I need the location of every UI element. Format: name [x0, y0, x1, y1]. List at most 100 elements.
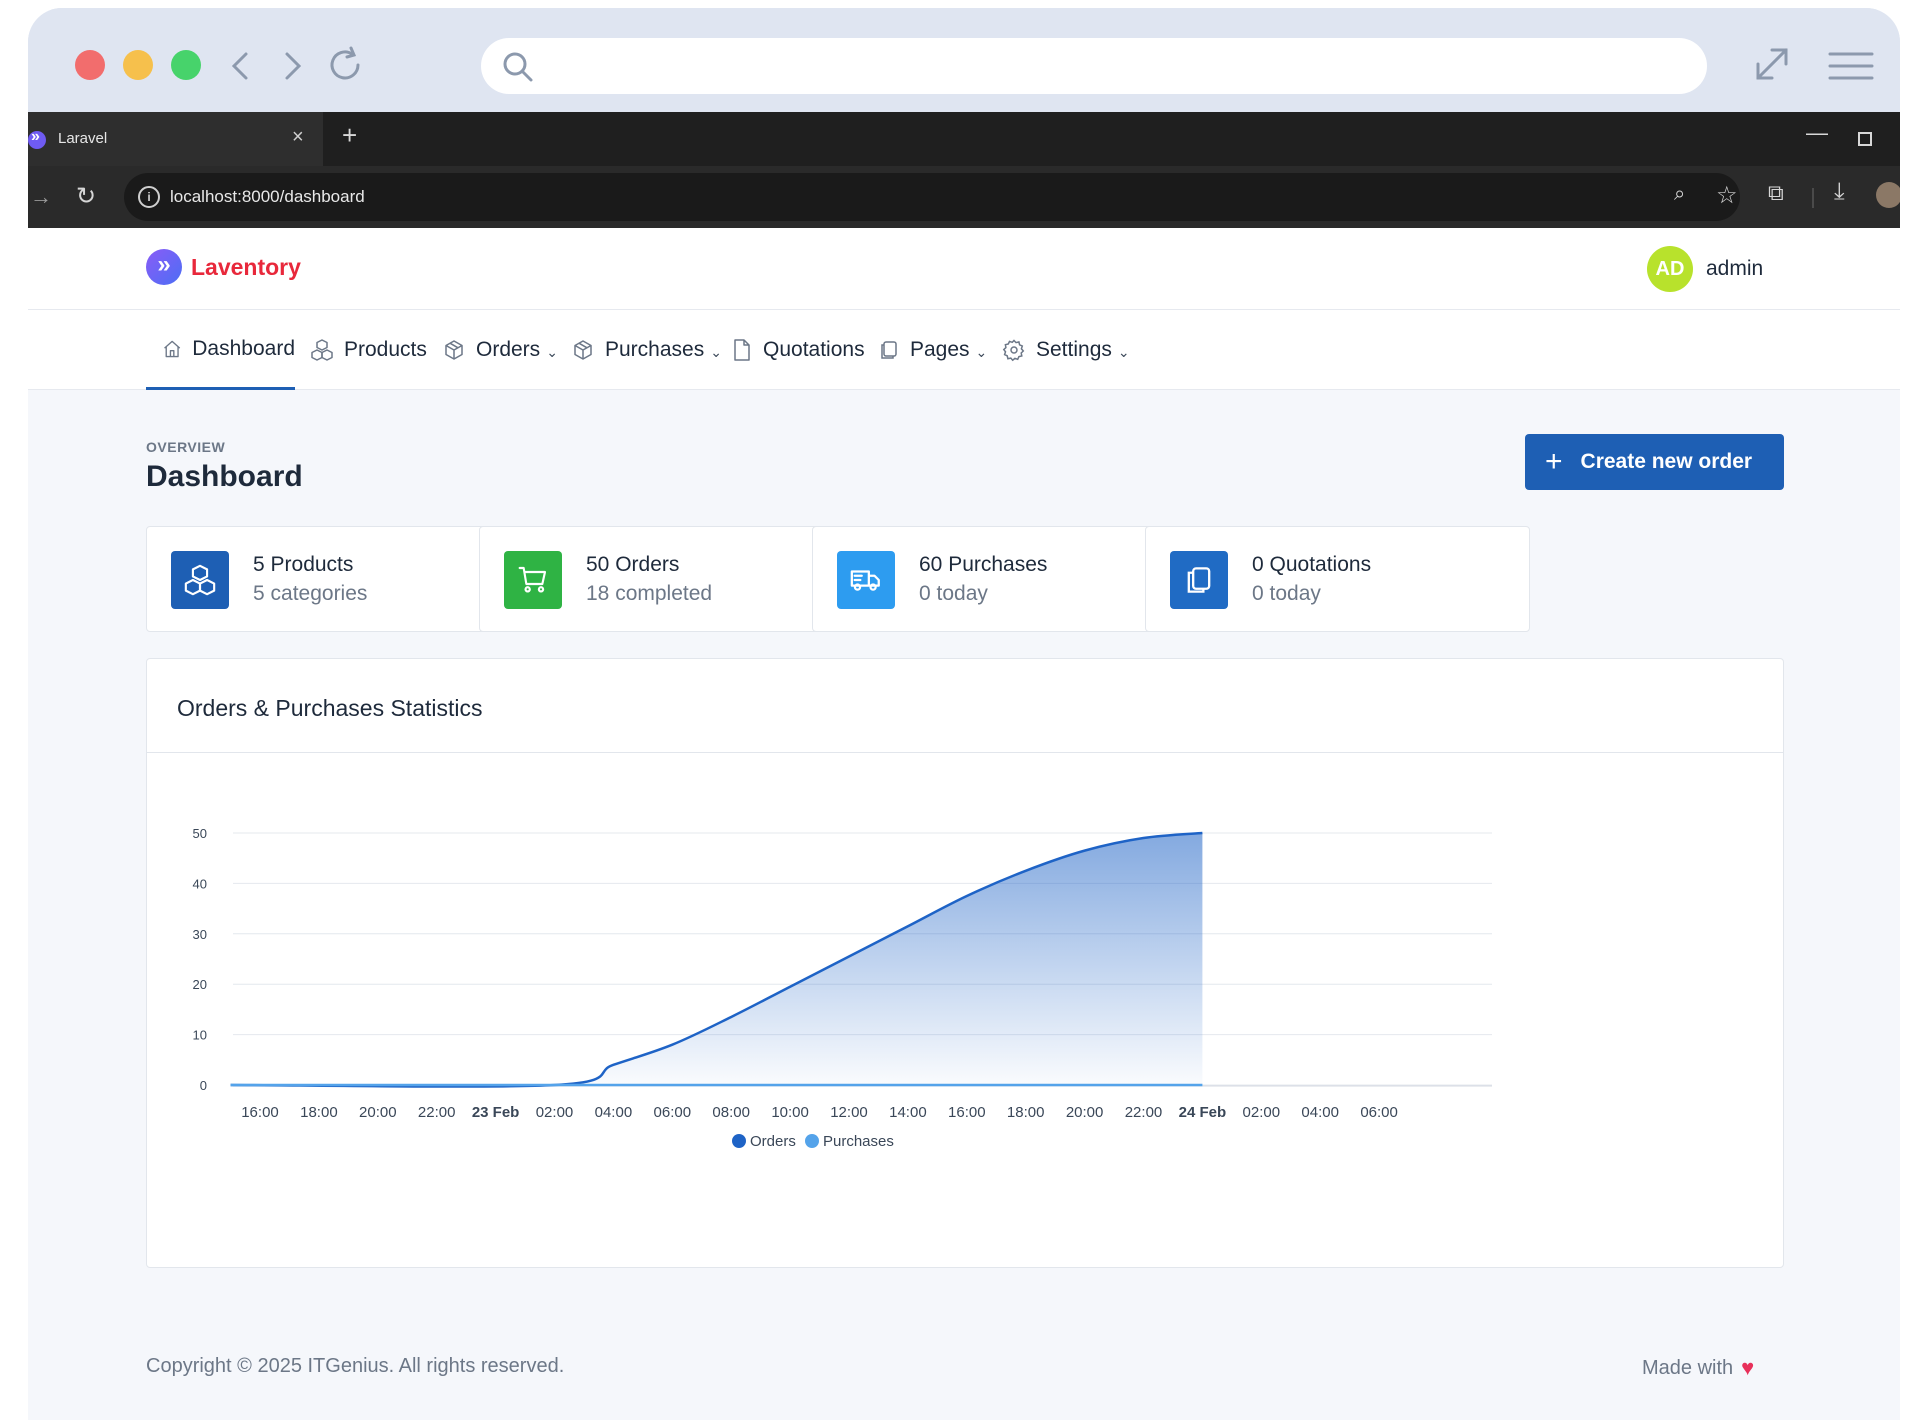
nav-label: Settings [1036, 338, 1112, 361]
address-bar[interactable]: i localhost:8000/dashboard ⌕ ☆ [124, 173, 1740, 221]
gear-icon [1002, 339, 1025, 362]
download-icon[interactable]: ⤓ [1834, 178, 1845, 206]
legend-marker [805, 1134, 819, 1148]
page-title: Dashboard [146, 460, 303, 493]
main-nav: Dashboard Products Orders ⌄ Purchases ⌄ … [28, 310, 1900, 390]
nav-products[interactable]: Products [310, 310, 427, 390]
x-tick-label: 02:00 [536, 1104, 574, 1121]
nav-quotations[interactable]: Quotations [731, 310, 865, 390]
forward-arrow-icon[interactable] [274, 48, 310, 84]
page-pretitle: OVERVIEW [146, 439, 226, 455]
stat-primary: 50 Orders [586, 553, 680, 576]
x-tick-label: 22:00 [1125, 1104, 1163, 1121]
bookmark-star-icon[interactable]: ☆ [1716, 181, 1738, 210]
extensions-icon[interactable]: ⧉ [1768, 180, 1784, 206]
x-tick-label: 14:00 [889, 1104, 927, 1121]
cart-icon [504, 551, 562, 609]
new-tab-icon[interactable]: + [342, 120, 357, 151]
mac-search-bar[interactable] [481, 38, 1707, 94]
app-page: » Laventory AD admin Dashboard Products … [28, 228, 1900, 1420]
minimize-window-dot[interactable] [123, 50, 153, 80]
footer-made-with: Made with ♥ [1642, 1355, 1754, 1381]
avatar: AD [1647, 246, 1693, 292]
nav-dashboard[interactable]: Dashboard [146, 310, 295, 390]
maximize-icon[interactable] [1858, 132, 1872, 146]
mac-titlebar [28, 8, 1900, 112]
package-icon [574, 340, 592, 360]
app-header: » Laventory AD admin [28, 228, 1900, 310]
x-tick-label: 10:00 [771, 1104, 809, 1121]
minimize-icon[interactable]: — [1806, 120, 1828, 146]
orders-area [230, 833, 1203, 1087]
back-arrow-icon[interactable] [224, 48, 260, 84]
x-tick-label: 16:00 [948, 1104, 986, 1121]
x-tick-label: 24 Feb [1179, 1104, 1227, 1121]
heart-icon: ♥ [1741, 1355, 1755, 1380]
forward-icon[interactable]: → [30, 184, 52, 210]
boxes-icon [171, 551, 229, 609]
nav-label: Orders [476, 338, 541, 361]
user-menu[interactable]: AD admin [1647, 246, 1763, 292]
nav-purchases[interactable]: Purchases ⌄ [571, 310, 722, 390]
x-tick-label: 04:00 [595, 1104, 633, 1121]
expand-icon[interactable] [1752, 44, 1792, 84]
hamburger-menu-icon[interactable] [1828, 48, 1874, 84]
y-tick-label: 40 [193, 876, 207, 891]
copy-icon [881, 341, 897, 359]
close-window-dot[interactable] [75, 50, 105, 80]
zoom-window-dot[interactable] [171, 50, 201, 80]
brand[interactable]: » Laventory [146, 249, 301, 285]
stat-primary: 5 Products [253, 553, 354, 576]
file-icon [734, 339, 750, 361]
package-icon [445, 340, 463, 360]
stat-primary: 0 Quotations [1252, 553, 1372, 576]
profile-avatar[interactable] [1876, 182, 1900, 208]
chevron-down-icon: ⌄ [710, 343, 722, 360]
x-tick-label: 22:00 [418, 1104, 456, 1121]
x-tick-label: 23 Feb [472, 1104, 520, 1121]
y-tick-label: 50 [193, 826, 207, 841]
statistics-title: Orders & Purchases Statistics [177, 695, 483, 721]
stat-primary: 60 Purchases [919, 553, 1048, 576]
x-tick-label: 06:00 [1360, 1104, 1398, 1121]
nav-label: Purchases [605, 338, 705, 361]
x-tick-label: 20:00 [1066, 1104, 1104, 1121]
copy-icon [1170, 551, 1228, 609]
y-tick-label: 20 [193, 977, 207, 992]
nav-label: Quotations [763, 338, 865, 361]
brand-name: Laventory [191, 253, 301, 280]
browser-chrome: Laravel × + — → ↻ i localhost:8000/dashb… [28, 112, 1900, 228]
x-tick-label: 16:00 [241, 1104, 279, 1121]
chevron-down-icon: ⌄ [546, 343, 558, 360]
tab-title: Laravel [58, 130, 108, 147]
toolbar-separator [1812, 188, 1814, 208]
nav-label: Products [344, 338, 427, 361]
nav-settings[interactable]: Settings ⌄ [1002, 310, 1130, 390]
reload-icon[interactable] [324, 44, 366, 86]
statistics-card-header: Orders & Purchases Statistics [147, 659, 1783, 753]
y-tick-label: 10 [193, 1028, 207, 1043]
x-tick-label: 02:00 [1243, 1104, 1281, 1121]
nav-label: Dashboard [192, 336, 295, 360]
x-tick-label: 12:00 [830, 1104, 868, 1121]
browser-tab[interactable]: Laravel × [28, 112, 323, 166]
nav-label: Pages [910, 338, 970, 361]
create-order-button[interactable]: + Create new order [1525, 434, 1784, 490]
nav-pages[interactable]: Pages ⌄ [878, 310, 987, 390]
create-order-label: Create new order [1580, 450, 1753, 473]
stat-card-purchases: 60 Purchases 0 today [812, 526, 1197, 632]
y-tick-label: 30 [193, 927, 207, 942]
legend-label: Purchases [823, 1133, 894, 1150]
url-text[interactable]: localhost:8000/dashboard [170, 187, 365, 207]
x-tick-label: 08:00 [712, 1104, 750, 1121]
reload-icon[interactable]: ↻ [76, 182, 96, 211]
zoom-icon[interactable]: ⌕ [1674, 183, 1685, 206]
site-info-icon[interactable]: i [138, 186, 160, 208]
x-tick-label: 18:00 [1007, 1104, 1045, 1121]
stat-card-orders: 50 Orders 18 completed [479, 526, 864, 632]
tab-close-icon[interactable]: × [292, 126, 304, 149]
nav-orders[interactable]: Orders ⌄ [442, 310, 558, 390]
x-tick-label: 06:00 [654, 1104, 692, 1121]
statistics-chart[interactable]: 0 10 20 30 40 50 16:00 18:00 20:00 22:00 23 Feb 02:… [147, 753, 1785, 1267]
truck-icon [837, 551, 895, 609]
